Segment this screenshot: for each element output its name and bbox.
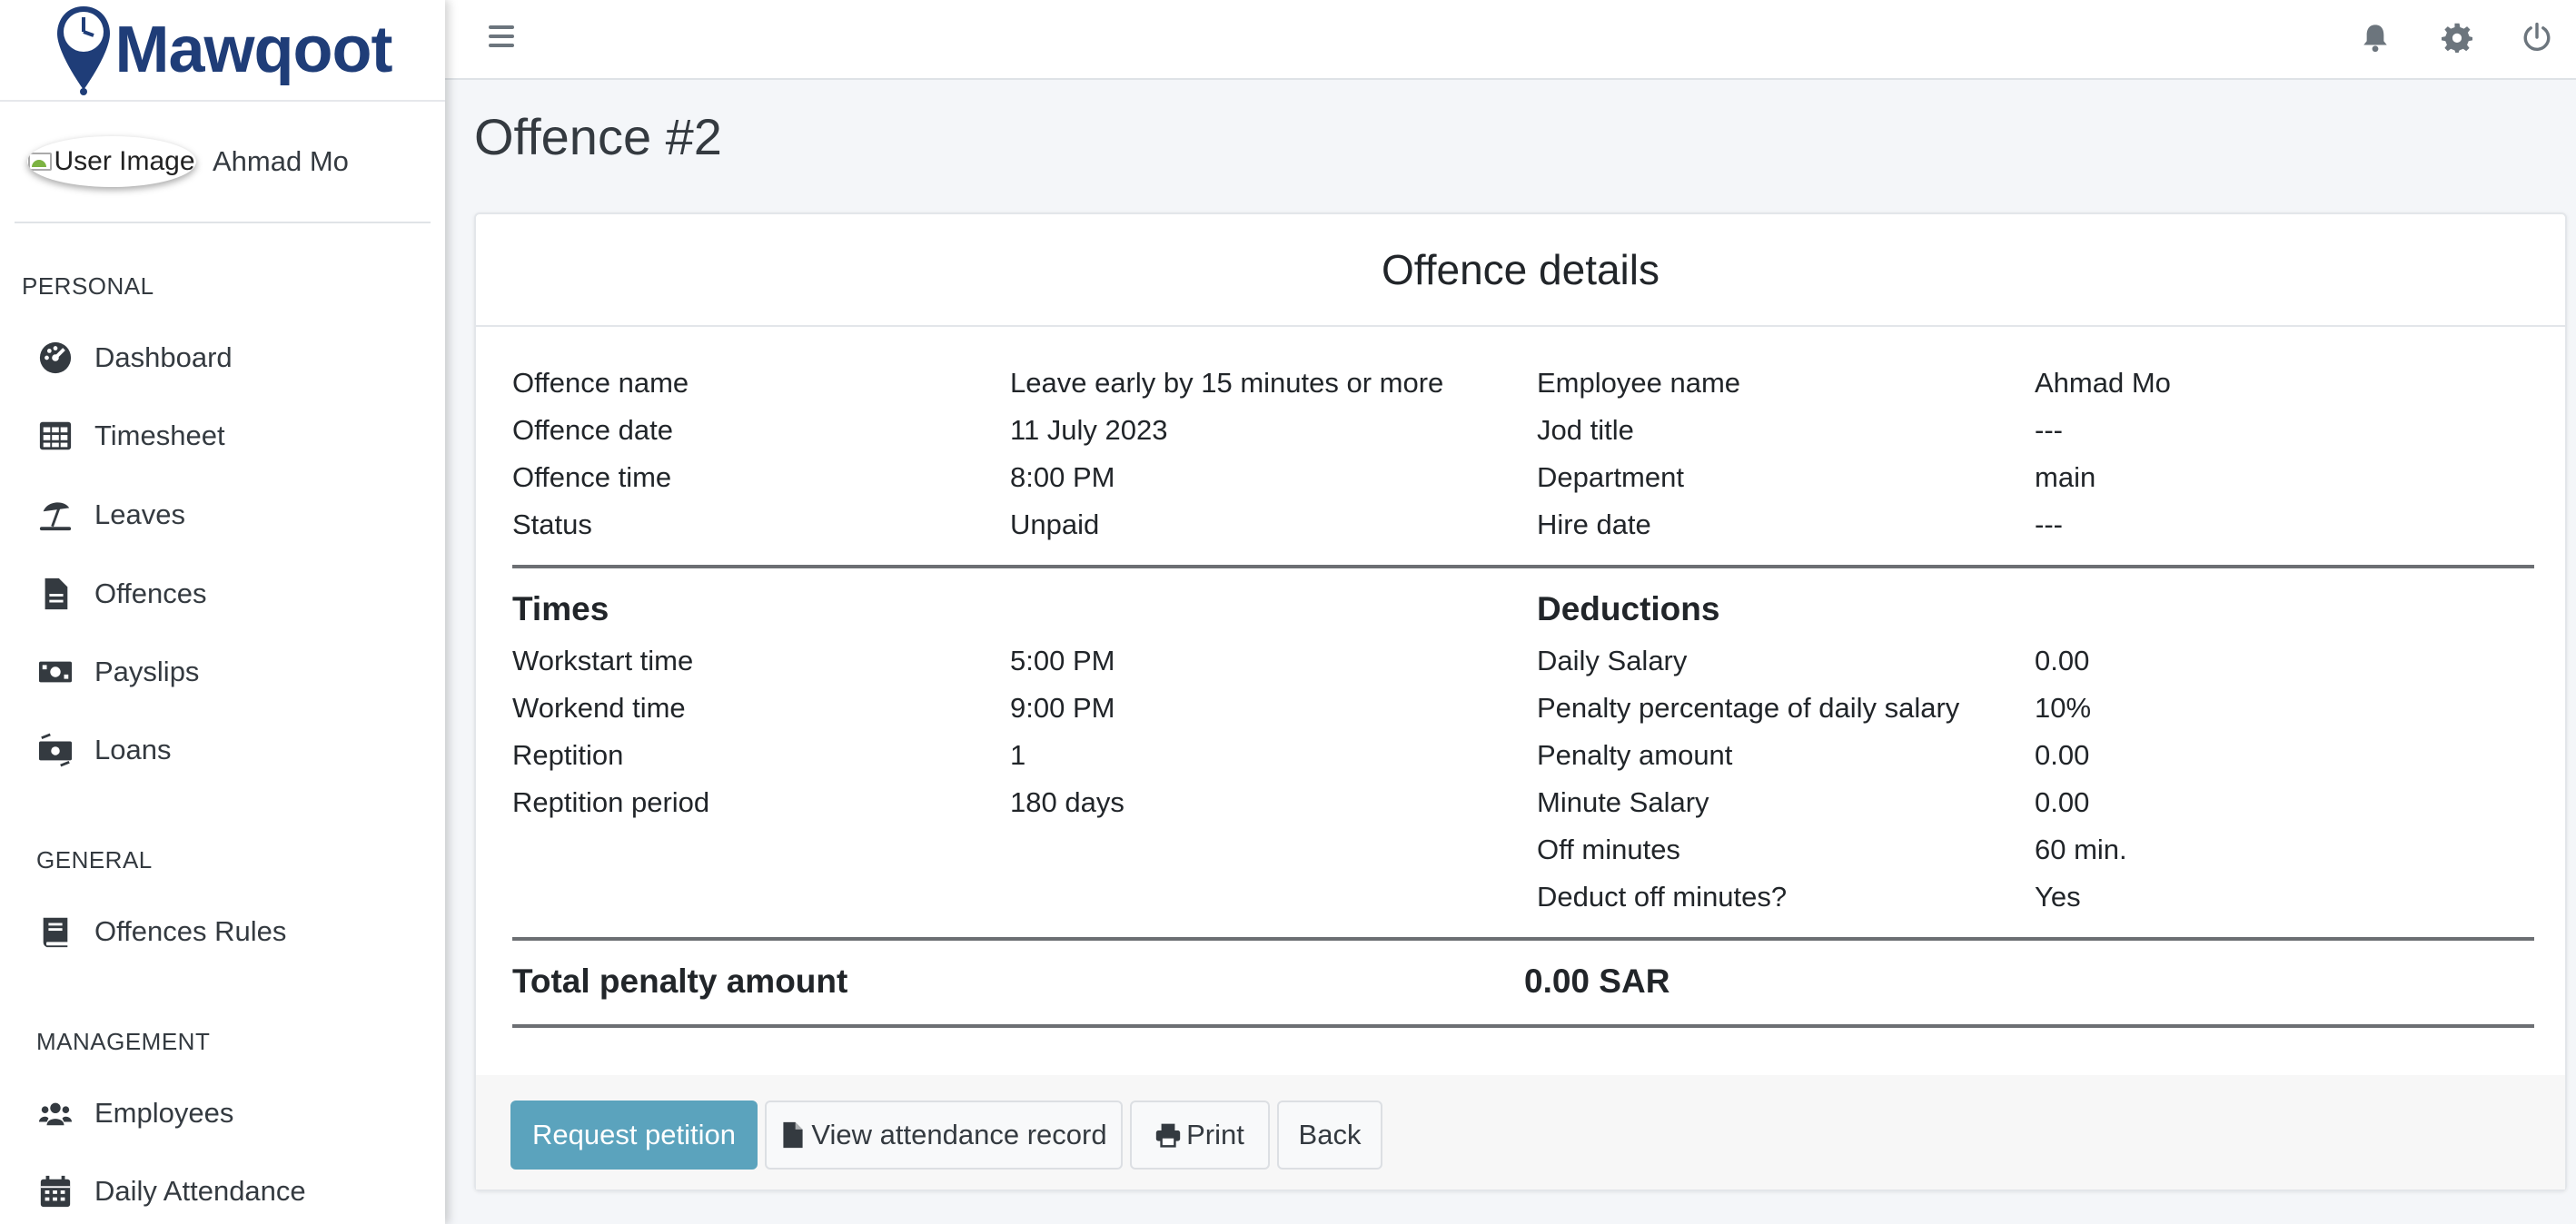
deduction-value: 10% bbox=[2035, 692, 2092, 724]
sidebar-item-daily-attendance[interactable]: Daily Attendance bbox=[38, 1166, 306, 1217]
times-label: Workstart time bbox=[512, 645, 694, 676]
power-icon[interactable] bbox=[2522, 22, 2552, 53]
sidebar-item-offences[interactable]: Offences bbox=[38, 568, 207, 619]
printer-icon bbox=[1155, 1123, 1181, 1148]
detail-value: 11 July 2023 bbox=[1010, 414, 1168, 446]
detail-label: Offence time bbox=[512, 461, 672, 493]
money-bill-icon bbox=[38, 661, 73, 683]
deduction-label: Penalty percentage of daily salary bbox=[1537, 692, 1960, 724]
sidebar-item-employees[interactable]: Employees bbox=[38, 1088, 233, 1139]
menu-icon[interactable] bbox=[489, 25, 514, 49]
user-panel[interactable]: User Image Ahmad Mo bbox=[15, 102, 431, 223]
section-divider bbox=[512, 565, 2534, 568]
total-penalty-value: 0.00 SAR bbox=[1524, 962, 1670, 1000]
deduction-label: Daily Salary bbox=[1537, 645, 1688, 676]
sidebar-item-dashboard[interactable]: Dashboard bbox=[38, 332, 233, 383]
total-penalty-label: Total penalty amount bbox=[512, 962, 848, 1000]
sidebar-item-label: Leaves bbox=[94, 498, 185, 530]
brand-logo[interactable]: Mawqoot bbox=[0, 0, 445, 102]
deduction-value: 0.00 bbox=[2035, 739, 2090, 771]
back-button[interactable]: Back bbox=[1277, 1101, 1382, 1170]
detail-label: Employee name bbox=[1537, 367, 1741, 399]
broken-image-icon bbox=[28, 153, 53, 171]
detail-label: Department bbox=[1537, 461, 1684, 493]
times-label: Reptition bbox=[512, 739, 624, 771]
sidebar-item-label: Dashboard bbox=[94, 341, 233, 373]
sidebar-item-label: Timesheet bbox=[94, 420, 225, 451]
deduction-label: Off minutes bbox=[1537, 834, 1680, 865]
sidebar-item-leaves[interactable]: Leaves bbox=[38, 489, 185, 540]
times-heading: Times bbox=[512, 590, 609, 627]
money-bill-wave-icon bbox=[38, 733, 73, 767]
sidebar-item-payslips[interactable]: Payslips bbox=[38, 647, 199, 697]
detail-value: --- bbox=[2035, 414, 2063, 446]
detail-label: Offence date bbox=[512, 414, 673, 446]
nav-header-general: GENERAL bbox=[36, 846, 153, 874]
detail-value: Leave early by 15 minutes or more bbox=[1010, 367, 1444, 399]
topbar bbox=[445, 0, 2576, 80]
brand-name: Mawqoot bbox=[114, 14, 393, 86]
request-petition-button[interactable]: Request petition bbox=[510, 1101, 758, 1170]
deduction-value: 60 min. bbox=[2035, 834, 2127, 865]
detail-value: Unpaid bbox=[1010, 508, 1100, 540]
card-title: Offence details bbox=[476, 214, 2565, 327]
file-icon bbox=[783, 1121, 804, 1149]
deduction-label: Minute Salary bbox=[1537, 786, 1709, 818]
detail-label: Status bbox=[512, 508, 592, 540]
clock-pin-icon bbox=[56, 6, 110, 95]
detail-label: Jod title bbox=[1537, 414, 1634, 446]
times-label: Workend time bbox=[512, 692, 686, 724]
detail-label: Offence name bbox=[512, 367, 689, 399]
section-divider bbox=[512, 937, 2534, 941]
times-value: 180 days bbox=[1010, 786, 1125, 818]
times-value: 1 bbox=[1010, 739, 1026, 771]
deduction-value: 0.00 bbox=[2035, 786, 2090, 818]
nav-header-personal: PERSONAL bbox=[22, 272, 154, 300]
print-button[interactable]: Print bbox=[1130, 1101, 1270, 1170]
section-divider bbox=[512, 1024, 2534, 1028]
sidebar-item-label: Offences bbox=[94, 577, 207, 609]
deductions-heading: Deductions bbox=[1537, 590, 1720, 627]
deduction-label: Deduct off minutes? bbox=[1537, 881, 1788, 913]
times-value: 9:00 PM bbox=[1010, 692, 1115, 724]
times-value: 5:00 PM bbox=[1010, 645, 1115, 676]
gear-icon[interactable] bbox=[2442, 22, 2472, 53]
umbrella-beach-icon bbox=[39, 502, 72, 531]
user-name[interactable]: Ahmad Mo bbox=[213, 145, 349, 178]
bell-icon[interactable] bbox=[2360, 22, 2391, 53]
sidebar-item-loans[interactable]: Loans bbox=[38, 725, 171, 775]
deduction-value: Yes bbox=[2035, 881, 2081, 913]
table-icon bbox=[39, 421, 72, 450]
detail-value: Ahmad Mo bbox=[2035, 367, 2171, 399]
button-label: Print bbox=[1186, 1119, 1244, 1150]
detail-value: main bbox=[2035, 461, 2096, 493]
sidebar-item-label: Offences Rules bbox=[94, 915, 287, 947]
sidebar-item-label: Employees bbox=[94, 1097, 234, 1129]
sidebar-item-label: Payslips bbox=[94, 656, 200, 687]
avatar[interactable]: User Image bbox=[27, 136, 196, 187]
sidebar-item-label: Loans bbox=[94, 734, 172, 765]
users-icon bbox=[38, 1102, 73, 1126]
view-attendance-record-button[interactable]: View attendance record bbox=[765, 1101, 1123, 1170]
tachometer-icon bbox=[39, 341, 72, 374]
sidebar-item-offences-rules[interactable]: Offences Rules bbox=[38, 906, 286, 957]
calendar-icon bbox=[40, 1175, 71, 1208]
deduction-label: Penalty amount bbox=[1537, 739, 1733, 771]
avatar-alt-text: User Image bbox=[54, 146, 195, 176]
sidebar-item-label: Daily Attendance bbox=[94, 1175, 306, 1207]
page-title: Offence #2 bbox=[474, 108, 722, 165]
times-label: Reptition period bbox=[512, 786, 710, 818]
sidebar: Mawqoot User Image Ahmad Mo PERSONAL Das… bbox=[0, 0, 445, 1224]
deduction-value: 0.00 bbox=[2035, 645, 2090, 676]
button-label: View attendance record bbox=[811, 1119, 1107, 1150]
nav-header-management: MANAGEMENT bbox=[36, 1028, 211, 1055]
file-icon bbox=[45, 577, 68, 610]
detail-label: Hire date bbox=[1537, 508, 1651, 540]
detail-value: --- bbox=[2035, 508, 2063, 540]
detail-value: 8:00 PM bbox=[1010, 461, 1115, 493]
offence-details-card: Offence details Offence name Leave early… bbox=[474, 212, 2567, 1191]
book-icon bbox=[43, 917, 68, 948]
sidebar-item-timesheet[interactable]: Timesheet bbox=[38, 410, 225, 461]
